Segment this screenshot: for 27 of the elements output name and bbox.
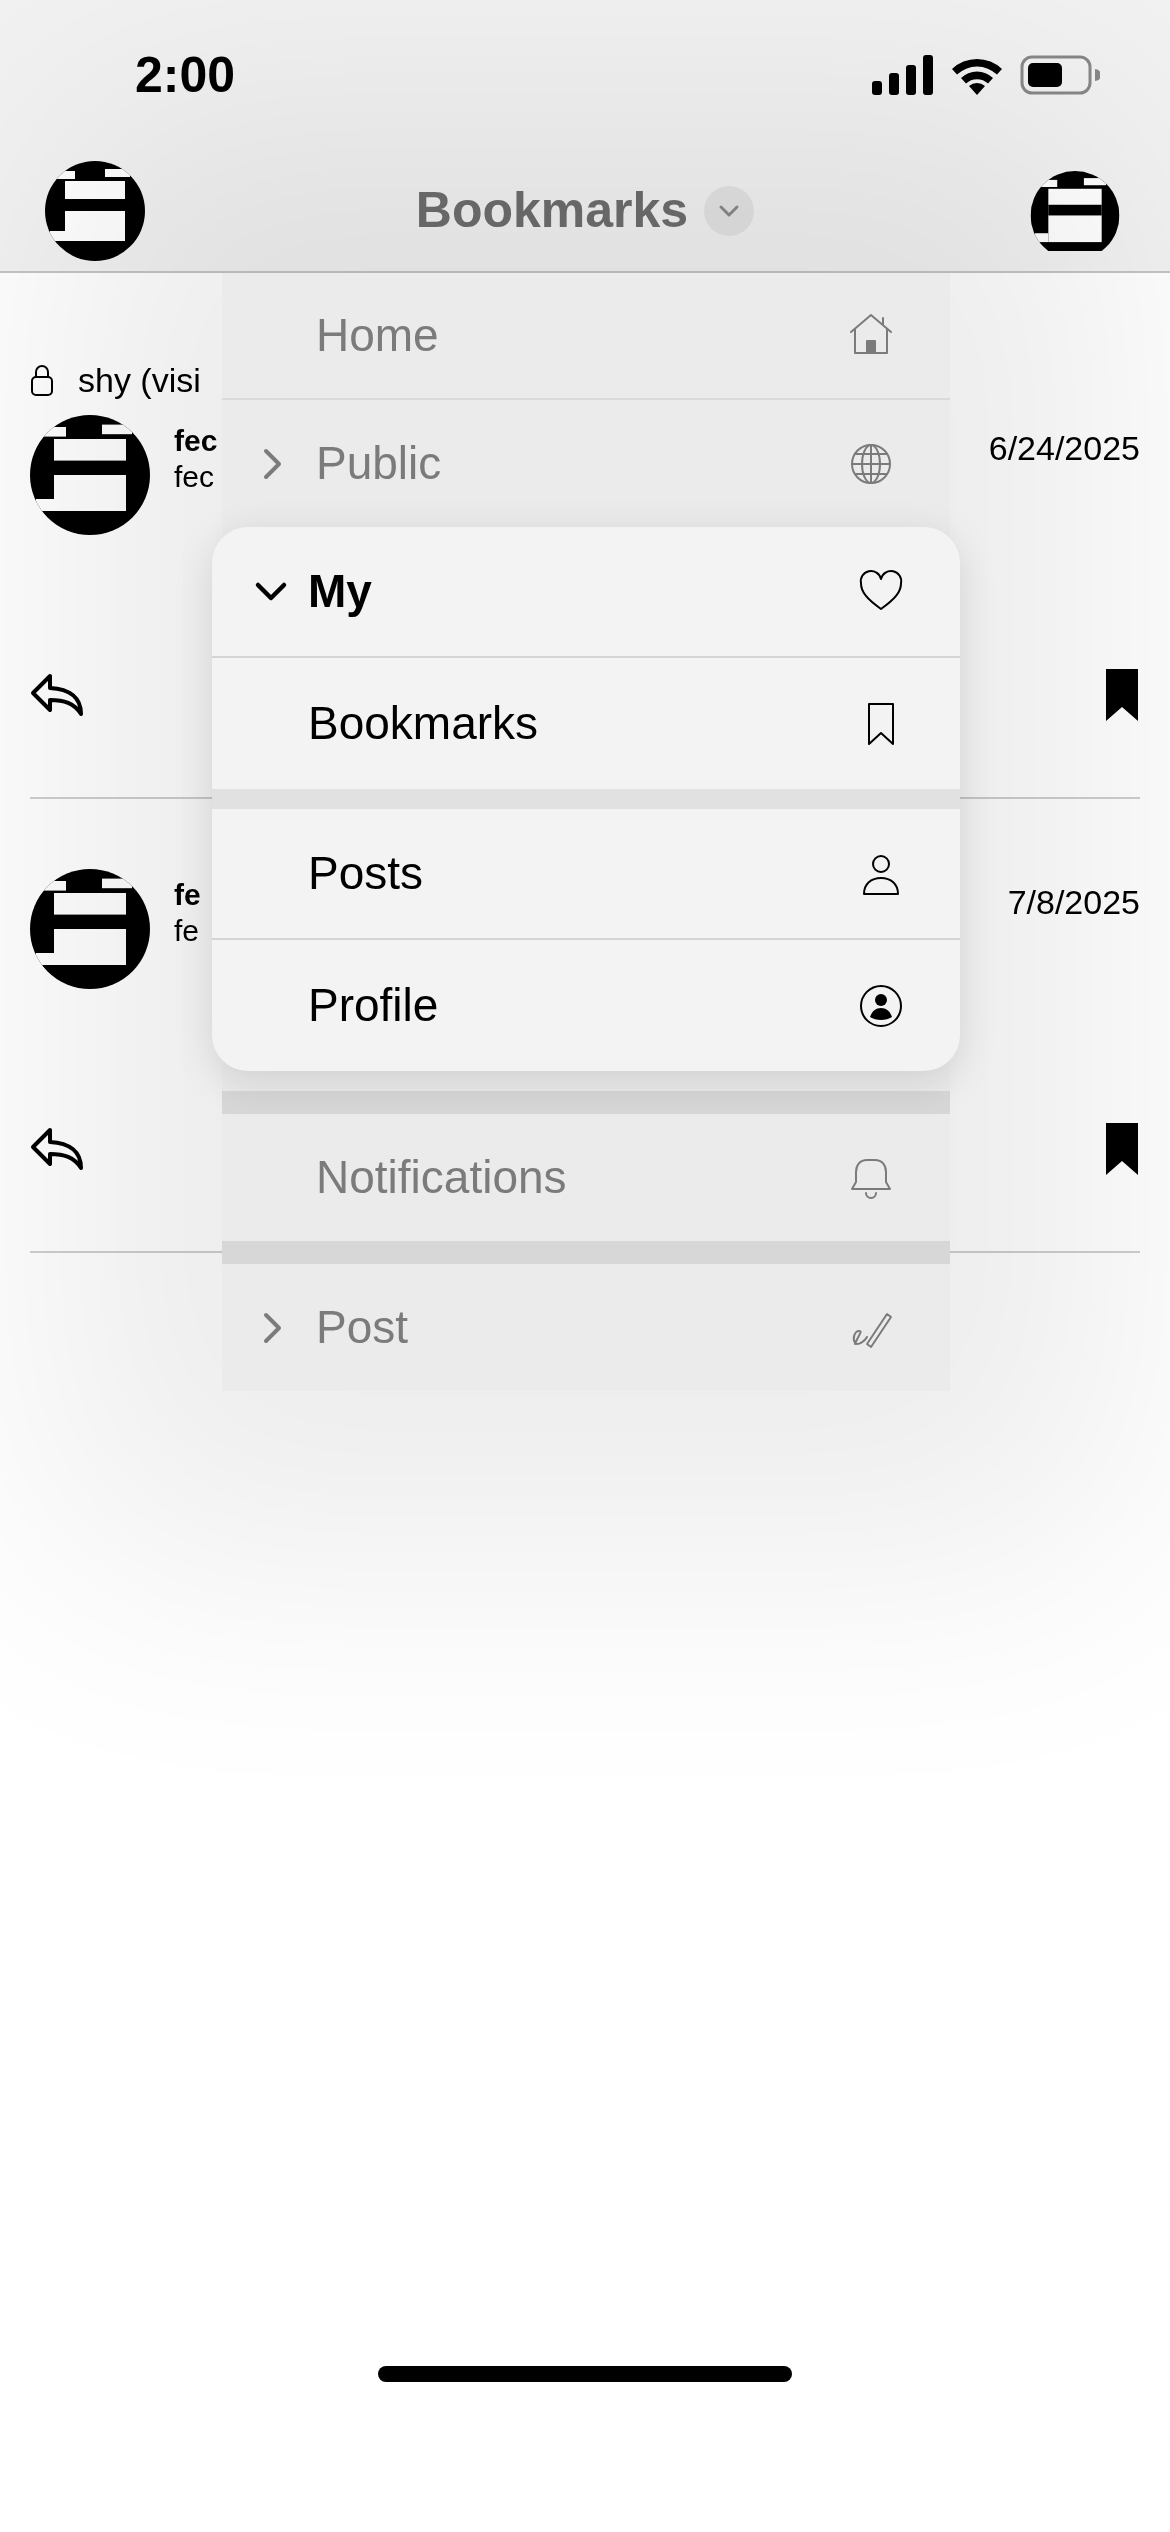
menu-item[interactable]: Notifications: [222, 1114, 950, 1241]
chevron-right-icon: [262, 1310, 284, 1345]
chevron-right-icon: [262, 446, 284, 481]
menu-item[interactable]: Home: [222, 273, 950, 400]
author-name: fe: [174, 877, 201, 913]
bookmark-icon[interactable]: [1104, 667, 1140, 723]
author-handle: fec: [174, 459, 215, 495]
visibility-label: shy (visi: [78, 359, 201, 401]
menu-item[interactable]: Bookmarks: [212, 658, 960, 789]
signal-icon: [872, 55, 934, 95]
menu-item[interactable]: Profile: [212, 940, 960, 1071]
menu-item[interactable]: Public: [222, 400, 950, 527]
battery-icon: [1020, 55, 1100, 95]
reply-icon[interactable]: [30, 1126, 84, 1172]
lock-icon: [30, 363, 54, 397]
menu-item[interactable]: Post: [222, 1264, 950, 1391]
status-time: 2:00: [135, 45, 236, 105]
author-name: fec: [174, 423, 218, 459]
reply-icon[interactable]: [30, 672, 84, 718]
post-date: 6/24/2025: [988, 428, 1140, 469]
menu-item[interactable]: Posts: [212, 809, 960, 940]
bookmark-icon[interactable]: [1104, 1121, 1140, 1177]
post-date: 7/8/2025: [1007, 882, 1140, 923]
chevron-down-icon: [254, 580, 288, 603]
author-handle: fe: [174, 913, 200, 949]
menu-item[interactable]: My: [212, 527, 960, 658]
screen-title[interactable]: Bookmarks: [415, 173, 689, 248]
